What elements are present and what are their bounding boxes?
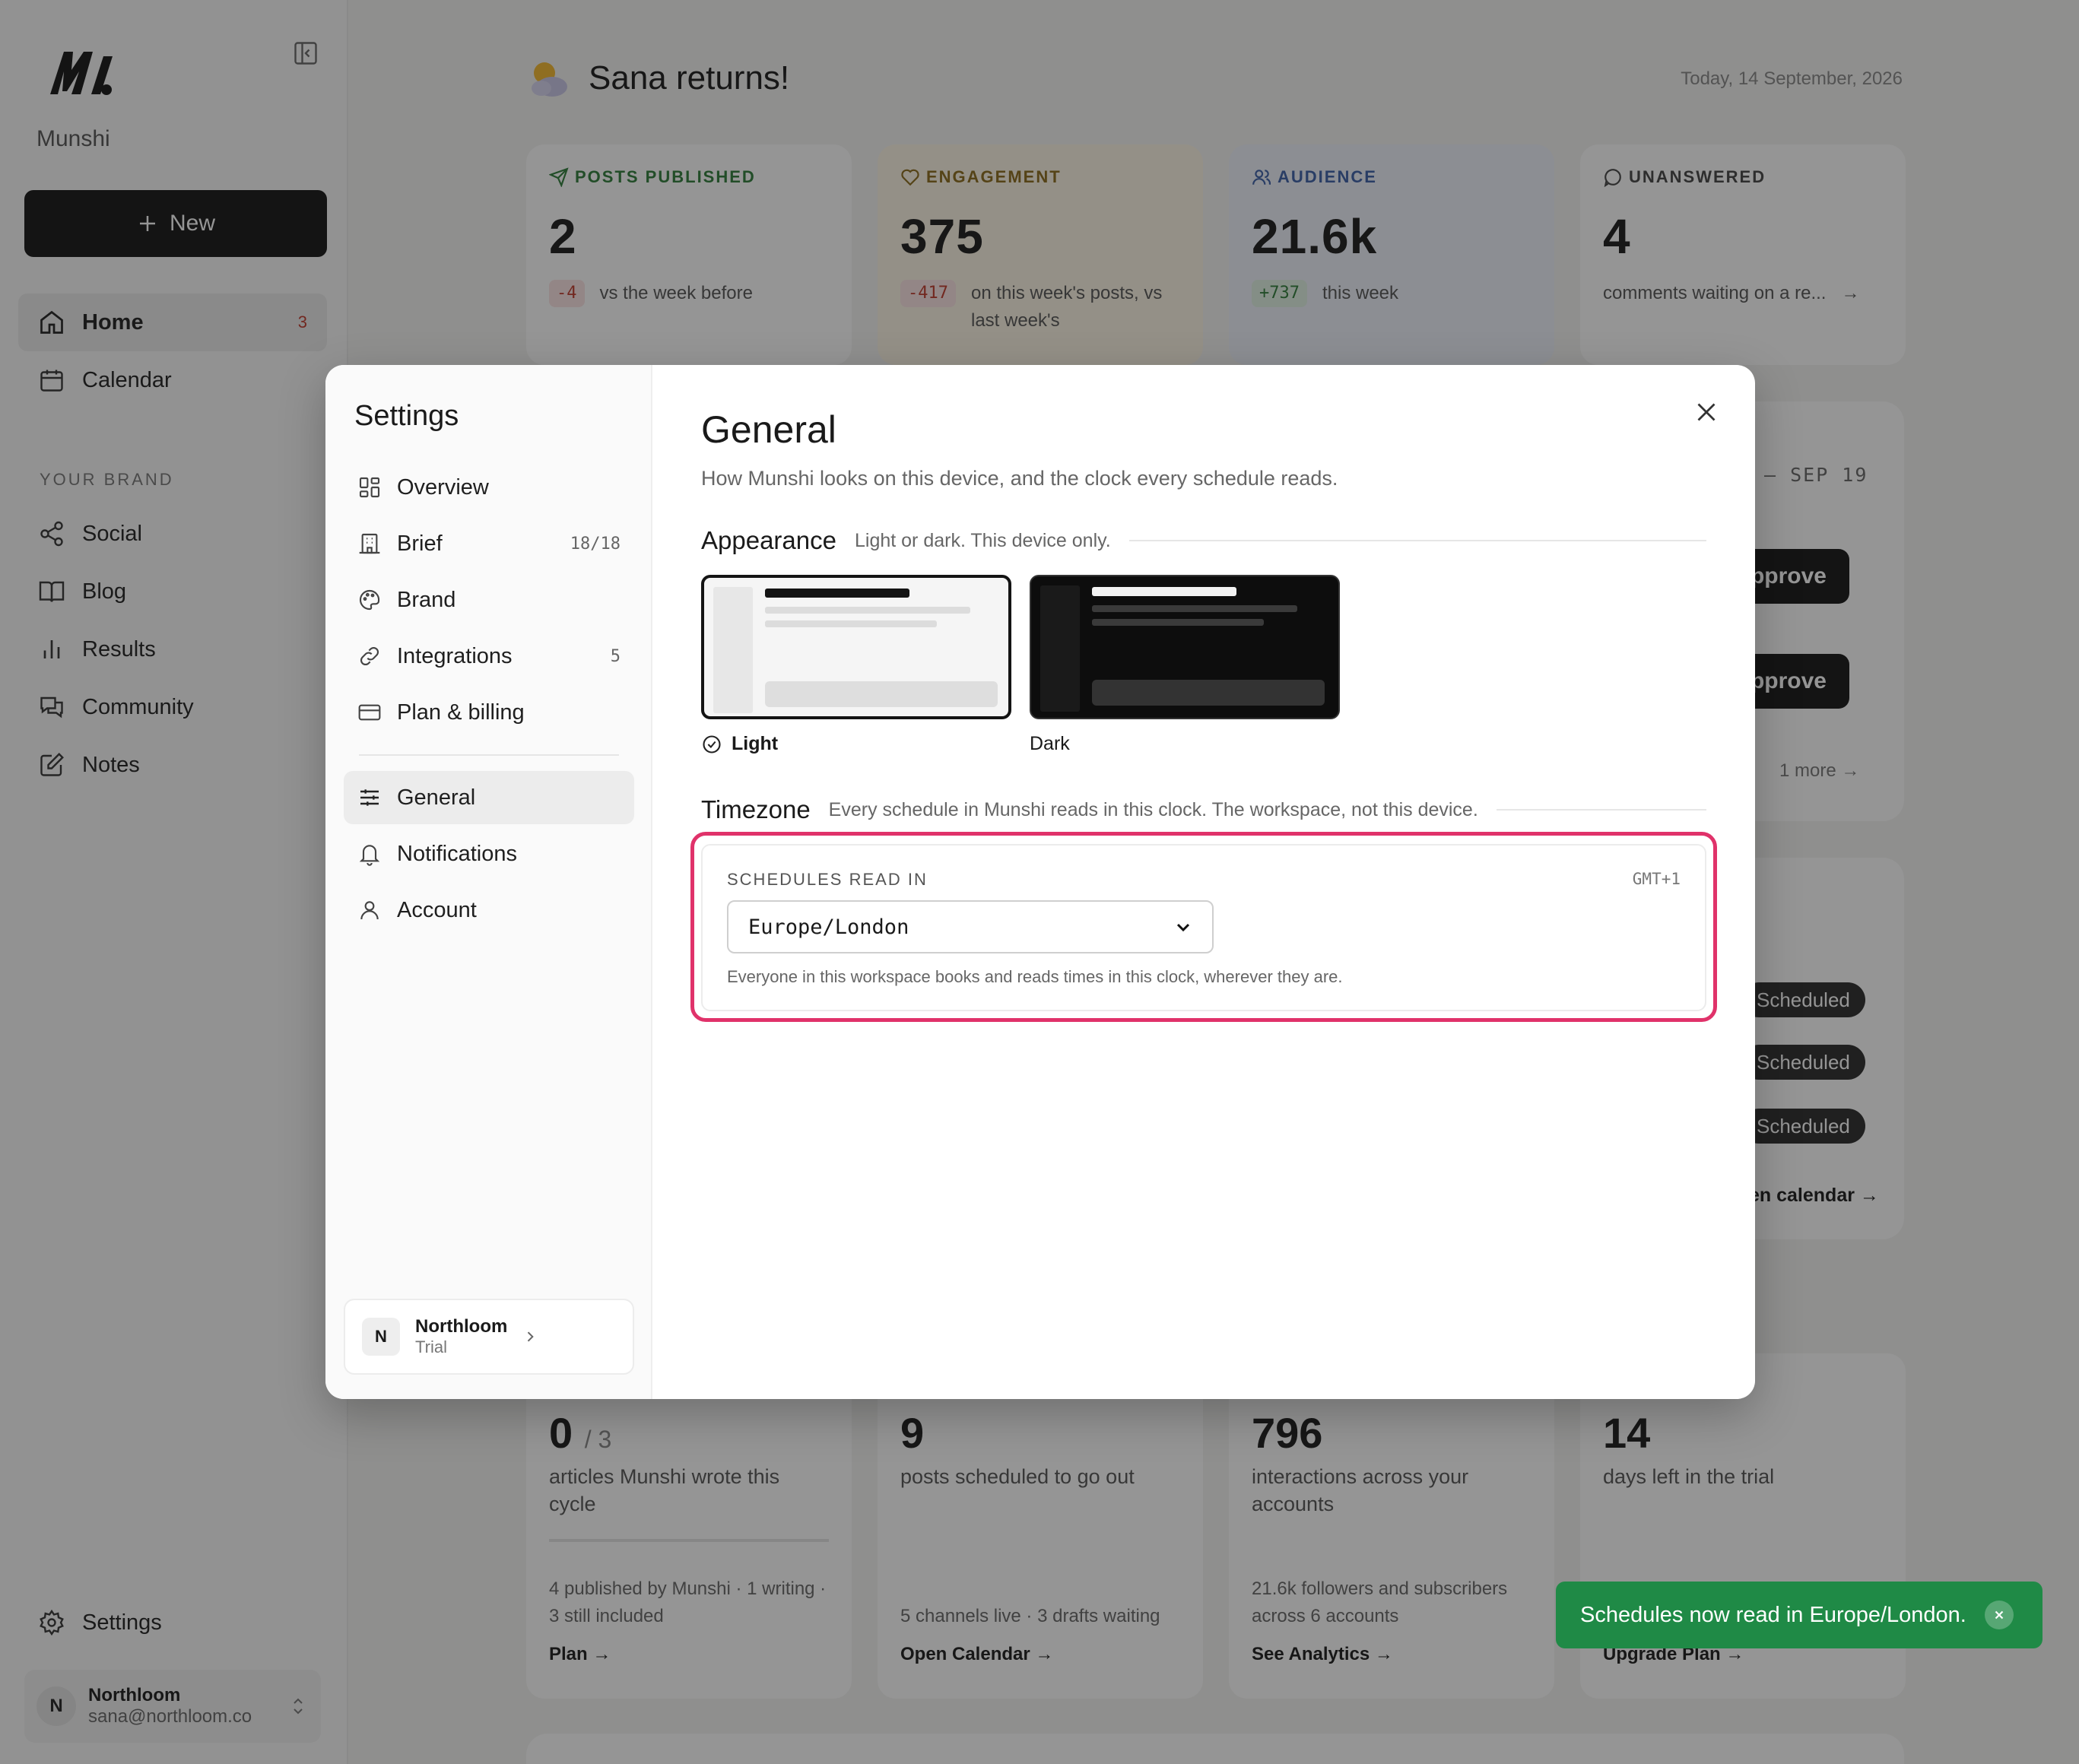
- settings-tab-notifications[interactable]: Notifications: [344, 827, 634, 880]
- grid-icon: [359, 477, 380, 498]
- theme-option-light[interactable]: [701, 575, 1011, 719]
- integrations-count: 5: [610, 646, 621, 666]
- workspace-avatar: N: [362, 1318, 400, 1356]
- general-settings: General How Munshi looks on this device,…: [690, 365, 1755, 1399]
- settings-tab-label: General: [397, 785, 476, 810]
- settings-tab-brief[interactable]: Brief 18/18: [344, 517, 634, 570]
- settings-tab-overview[interactable]: Overview: [344, 461, 634, 514]
- appearance-subtitle: Light or dark. This device only.: [854, 529, 1111, 551]
- close-icon[interactable]: [1693, 398, 1720, 426]
- settings-tab-label: Brand: [397, 587, 456, 612]
- settings-tab-label: Notifications: [397, 841, 517, 866]
- theme-label-dark[interactable]: Dark: [1030, 733, 1070, 755]
- appearance-title: Appearance: [701, 526, 836, 554]
- appearance-header: Appearance Light or dark. This device on…: [701, 526, 1706, 555]
- workspace-switcher[interactable]: N Northloom Trial: [344, 1299, 634, 1375]
- link-icon: [360, 646, 379, 666]
- credit-card-icon: [358, 704, 381, 721]
- settings-tab-label: Brief: [397, 531, 443, 556]
- settings-tab-label: Integrations: [397, 643, 513, 668]
- general-description: How Munshi looks on this device, and the…: [701, 467, 1338, 490]
- timezone-subtitle: Every schedule in Munshi reads in this c…: [828, 798, 1478, 820]
- chevron-down-icon: [1176, 923, 1190, 932]
- sliders-icon: [360, 789, 379, 806]
- timezone-offset: GMT+1: [1632, 870, 1681, 888]
- settings-tab-label: Plan & billing: [397, 700, 525, 725]
- theme-option-dark[interactable]: [1030, 575, 1340, 719]
- settings-nav-divider: [359, 754, 619, 756]
- timezone-help: Everyone in this workspace books and rea…: [727, 967, 1343, 986]
- general-heading: General: [701, 408, 836, 451]
- settings-tab-brand[interactable]: Brand: [344, 573, 634, 627]
- settings-tab-account[interactable]: Account: [344, 884, 634, 937]
- settings-title: Settings: [354, 400, 459, 432]
- theme-label-text: Light: [732, 733, 779, 754]
- workspace-plan: Trial: [415, 1337, 447, 1356]
- timezone-field-label: SCHEDULES READ IN: [727, 870, 928, 889]
- timezone-select[interactable]: Europe/London: [727, 900, 1214, 953]
- theme-label-light[interactable]: Light: [701, 733, 778, 755]
- settings-tab-plan-billing[interactable]: Plan & billing: [344, 686, 634, 739]
- section-divider: [1128, 540, 1706, 541]
- toast-message: Schedules now read in Europe/London.: [1580, 1602, 1966, 1627]
- timezone-selected-value: Europe/London: [748, 915, 909, 939]
- user-icon: [360, 901, 379, 920]
- bell-icon: [359, 845, 380, 866]
- settings-tab-general[interactable]: General: [344, 771, 634, 824]
- settings-tab-integrations[interactable]: Integrations 5: [344, 630, 634, 683]
- palette-icon: [359, 589, 380, 611]
- building-icon: [359, 533, 380, 554]
- section-divider: [1496, 809, 1706, 811]
- settings-nav: Settings Overview Brief 18/18 Brand Inte…: [325, 365, 652, 1399]
- toast-notification: Schedules now read in Europe/London.: [1556, 1582, 2042, 1648]
- workspace-name: Northloom: [415, 1316, 508, 1337]
- brief-count: 18/18: [570, 534, 621, 554]
- chevron-right-icon: [528, 1331, 535, 1342]
- check-circle-icon: [703, 734, 721, 754]
- settings-modal: Settings Overview Brief 18/18 Brand Inte…: [325, 365, 1755, 1399]
- timezone-title: Timezone: [701, 795, 811, 823]
- timezone-header: Timezone Every schedule in Munshi reads …: [701, 795, 1706, 824]
- theme-label-text: Dark: [1030, 733, 1070, 754]
- toast-close-icon[interactable]: [1984, 1601, 2014, 1629]
- settings-tab-label: Account: [397, 897, 477, 922]
- settings-tab-label: Overview: [397, 474, 489, 500]
